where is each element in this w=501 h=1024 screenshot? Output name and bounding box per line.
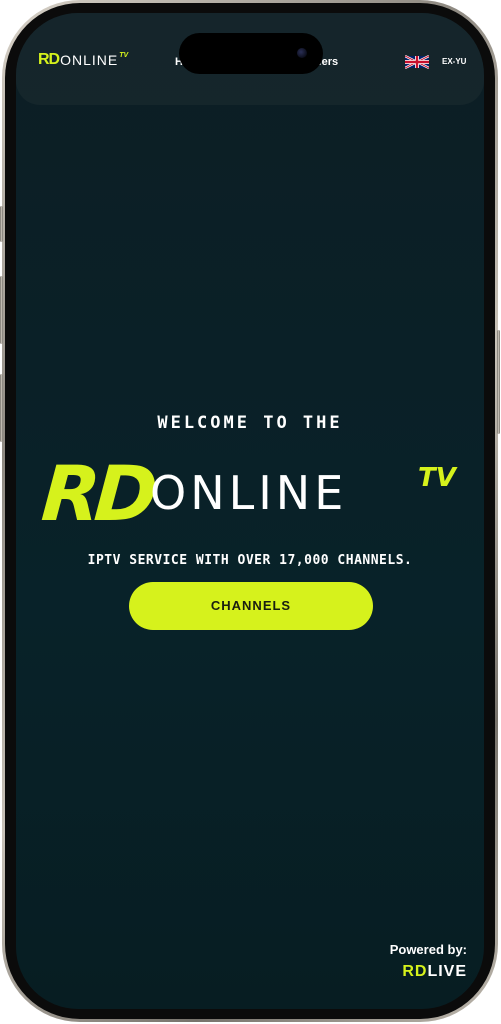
uk-flag-icon[interactable] bbox=[405, 55, 429, 69]
hero-tagline: IPTV SERVICE WITH OVER 17,000 CHANNELS. bbox=[87, 553, 413, 568]
hero-logo-rd: RD bbox=[38, 449, 155, 538]
welcome-heading: WELCOME TO THE bbox=[157, 413, 343, 433]
dynamic-island bbox=[179, 33, 323, 74]
rdlive-logo-live: LIVE bbox=[427, 963, 467, 980]
hero-logo: RD ONLINE TV bbox=[39, 449, 472, 543]
language-selector[interactable]: EX-YU bbox=[442, 57, 466, 67]
hero-logo-tv: TV bbox=[418, 463, 456, 493]
hero-logo-online: ONLINE bbox=[150, 466, 348, 520]
action-button bbox=[0, 206, 3, 242]
nav-logo-online: ONLINE bbox=[60, 52, 119, 68]
volume-up-button bbox=[0, 276, 3, 344]
nav-logo-rd: RD bbox=[38, 51, 60, 68]
power-button bbox=[497, 330, 500, 434]
screen: RD ONLINE TV H fers EX-YU WELCOME TO THE… bbox=[16, 13, 484, 1009]
powered-by-label: Powered by: bbox=[389, 942, 467, 957]
rdlive-logo[interactable]: RDLIVE bbox=[390, 962, 467, 982]
powered-by: Powered by: RDLIVE bbox=[390, 942, 467, 982]
volume-down-button bbox=[0, 374, 3, 442]
front-camera-icon bbox=[297, 48, 307, 58]
nav-logo[interactable]: RD ONLINE TV bbox=[38, 51, 128, 69]
nav-logo-tv: TV bbox=[119, 52, 129, 59]
rdlive-logo-rd: RD bbox=[402, 963, 428, 980]
channels-button[interactable]: CHANNELS bbox=[129, 582, 373, 630]
